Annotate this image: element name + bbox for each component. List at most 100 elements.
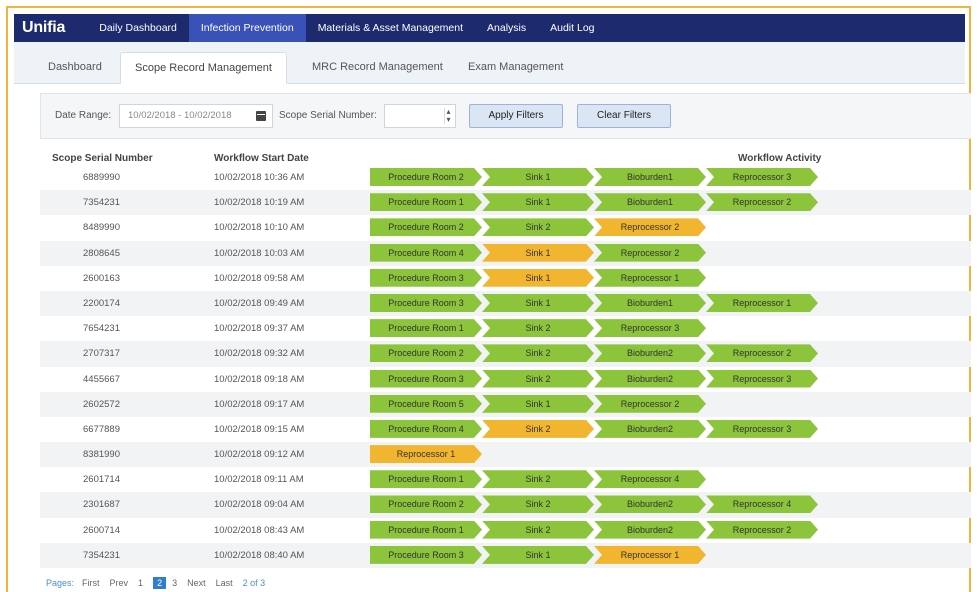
table-row[interactable]: 8381990 10/02/2018 09:12 AM Reprocessor 1 <box>40 442 971 468</box>
workflow-step[interactable]: Bioburden2 <box>594 520 706 539</box>
nav-item-analysis[interactable]: Analysis <box>475 14 538 42</box>
calendar-icon[interactable] <box>256 111 266 121</box>
serial-cell: 2602572 <box>83 398 120 410</box>
apply-filters-button[interactable]: Apply Filters <box>469 104 563 128</box>
workflow-step[interactable]: Procedure Room 3 <box>370 369 482 388</box>
header-workflow-start[interactable]: Workflow Start Date <box>214 153 309 164</box>
workflow-step[interactable]: Bioburden2 <box>594 369 706 388</box>
workflow-step[interactable]: Reprocessor 3 <box>594 319 706 338</box>
workflow-step[interactable]: Reprocessor 4 <box>594 470 706 489</box>
pager-page-2[interactable]: 2 <box>153 577 167 589</box>
nav-item-infection-prevention[interactable]: Infection Prevention <box>188 14 306 42</box>
table-row[interactable]: 8489990 10/02/2018 10:10 AM Procedure Room… <box>40 215 971 240</box>
pager-prev[interactable]: Prev <box>110 578 129 588</box>
scope-serial-select[interactable]: ▴ ▾ <box>384 104 456 128</box>
workflow-step[interactable]: Reprocessor 3 <box>706 369 818 388</box>
workflow-step[interactable]: Sink 2 <box>482 470 594 489</box>
table-row[interactable]: 7654231 10/02/2018 09:37 AM Procedure Room… <box>40 316 971 341</box>
header-scope-serial[interactable]: Scope Serial Number <box>52 153 153 164</box>
clear-filters-button[interactable]: Clear Filters <box>577 104 671 128</box>
workflow-step[interactable]: Sink 2 <box>482 319 594 338</box>
tab-dashboard[interactable]: Dashboard <box>34 52 116 84</box>
workflow-step[interactable]: Sink 1 <box>482 243 594 262</box>
chevron-updown-icon: ▴ ▾ <box>444 108 452 124</box>
workflow-step[interactable]: Bioburden2 <box>594 344 706 363</box>
tab-scope-record-management[interactable]: Scope Record Management <box>120 52 287 84</box>
serial-cell: 8489990 <box>83 222 120 234</box>
workflow-step[interactable]: Bioburden2 <box>594 495 706 514</box>
workflow-step[interactable]: Procedure Room 1 <box>370 470 482 489</box>
workflow-step[interactable]: Bioburden1 <box>594 193 706 212</box>
workflow-step[interactable]: Reprocessor 1 <box>594 545 706 564</box>
nav-item-materials-asset-management[interactable]: Materials & Asset Management <box>306 14 475 42</box>
table-row[interactable]: 6677889 10/02/2018 09:15 AM Procedure Room… <box>40 417 971 442</box>
workflow-step[interactable]: Procedure Room 2 <box>370 168 482 186</box>
pager-page-1[interactable]: 1 <box>138 578 143 588</box>
table-row[interactable]: 2602572 10/02/2018 09:17 AM Procedure Room… <box>40 391 971 417</box>
workflow-step[interactable]: Sink 1 <box>482 394 594 413</box>
workflow-step[interactable]: Reprocessor 1 <box>370 445 482 464</box>
workflow-step[interactable]: Reprocessor 2 <box>706 193 818 212</box>
pager-page-3[interactable]: 3 <box>172 578 177 588</box>
workflow-step[interactable]: Sink 2 <box>482 218 594 237</box>
workflow-step[interactable]: Procedure Room 2 <box>370 495 482 514</box>
table-row[interactable]: 2600163 10/02/2018 09:58 AM Procedure Room… <box>40 266 971 291</box>
workflow-step[interactable]: Procedure Room 3 <box>370 545 482 564</box>
workflow-step[interactable]: Procedure Room 4 <box>370 419 482 438</box>
workflow-step[interactable]: Procedure Room 2 <box>370 344 482 363</box>
nav-item-daily-dashboard[interactable]: Daily Dashboard <box>87 14 189 42</box>
pagination: Pages: First Prev 1 2 3 Next Last 2 of 3 <box>46 577 275 589</box>
table-row[interactable]: 2601714 10/02/2018 09:11 AM Procedure Room… <box>40 467 971 492</box>
workflow-step[interactable]: Reprocessor 2 <box>594 243 706 262</box>
workflow-step[interactable]: Sink 1 <box>482 168 594 186</box>
workflow-step[interactable]: Sink 2 <box>482 419 594 438</box>
workflow-step[interactable]: Reprocessor 1 <box>706 293 818 312</box>
workflow-step[interactable]: Procedure Room 2 <box>370 218 482 237</box>
table-row[interactable]: 2808645 10/02/2018 10:03 AM Procedure Room… <box>40 240 971 266</box>
table-row[interactable]: 6889990 10/02/2018 10:36 AM Procedure Room… <box>40 165 971 190</box>
workflow-step[interactable]: Procedure Room 1 <box>370 520 482 539</box>
nav-item-audit-log[interactable]: Audit Log <box>538 14 606 42</box>
table-row[interactable]: 2600714 10/02/2018 08:43 AM Procedure Room… <box>40 518 971 543</box>
workflow-step[interactable]: Reprocessor 2 <box>706 520 818 539</box>
tab-exam-management[interactable]: Exam Management <box>454 52 577 84</box>
workflow-step[interactable]: Sink 1 <box>482 268 594 287</box>
workflow-step[interactable]: Bioburden1 <box>594 168 706 186</box>
table-row[interactable]: 4455667 10/02/2018 09:18 AM Procedure Room… <box>40 367 971 392</box>
workflow-step[interactable]: Sink 2 <box>482 495 594 514</box>
workflow-step[interactable]: Reprocessor 1 <box>594 268 706 287</box>
workflow-step[interactable]: Sink 2 <box>482 520 594 539</box>
workflow-step[interactable]: Reprocessor 2 <box>706 344 818 363</box>
workflow-step[interactable]: Reprocessor 3 <box>706 168 818 186</box>
workflow-step[interactable]: Reprocessor 3 <box>706 419 818 438</box>
workflow-step[interactable]: Procedure Room 3 <box>370 293 482 312</box>
pager-last[interactable]: Last <box>216 578 233 588</box>
workflow-step[interactable]: Reprocessor 2 <box>594 394 706 413</box>
start-date-cell: 10/02/2018 08:43 AM <box>214 524 305 536</box>
pager-next[interactable]: Next <box>187 578 206 588</box>
workflow-step[interactable]: Sink 1 <box>482 293 594 312</box>
table-row[interactable]: 2707317 10/02/2018 09:32 AM Procedure Room… <box>40 341 971 367</box>
table-row[interactable]: 7354231 10/02/2018 08:40 AM Procedure Room… <box>40 542 971 568</box>
workflow-step[interactable]: Procedure Room 1 <box>370 193 482 212</box>
workflow-step[interactable]: Sink 1 <box>482 545 594 564</box>
workflow-step[interactable]: Procedure Room 1 <box>370 319 482 338</box>
workflow-step[interactable]: Bioburden2 <box>594 419 706 438</box>
workflow-step[interactable]: Sink 2 <box>482 369 594 388</box>
workflow-step[interactable]: Bioburden1 <box>594 293 706 312</box>
workflow-step[interactable]: Sink 1 <box>482 193 594 212</box>
pager-first[interactable]: First <box>82 578 100 588</box>
workflow-step[interactable]: Reprocessor 4 <box>706 495 818 514</box>
table-row[interactable]: 2301687 10/02/2018 09:04 AM Procedure Room… <box>40 492 971 518</box>
workflow-step[interactable]: Procedure Room 5 <box>370 394 482 413</box>
table-row[interactable]: 7354231 10/02/2018 10:19 AM Procedure Room… <box>40 190 971 216</box>
workflow-step[interactable]: Sink 2 <box>482 344 594 363</box>
workflow-step[interactable]: Procedure Room 3 <box>370 268 482 287</box>
date-range-input[interactable]: 10/02/2018 - 10/02/2018 <box>119 104 273 128</box>
start-date-cell: 10/02/2018 10:10 AM <box>214 222 305 234</box>
workflow-step[interactable]: Procedure Room 4 <box>370 243 482 262</box>
table-row[interactable]: 2200174 10/02/2018 09:49 AM Procedure Room… <box>40 290 971 317</box>
workflow-step[interactable]: Reprocessor 2 <box>594 218 706 237</box>
tab-mrc-record-management[interactable]: MRC Record Management <box>298 52 457 84</box>
serial-cell: 2808645 <box>83 247 120 259</box>
